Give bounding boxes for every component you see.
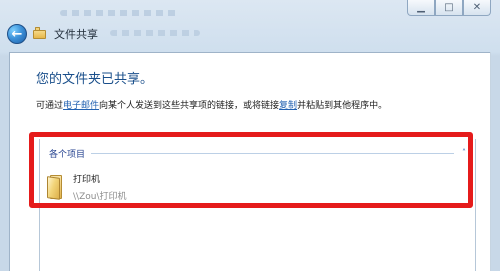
description-text: 可通过电子邮件向某个人发送到这些共享项的链接，或将链接复制并粘贴到其他程序中。 <box>36 98 387 111</box>
group-divider <box>91 153 454 154</box>
folder-icon <box>47 174 65 200</box>
chevron-up-icon[interactable]: ˄ <box>459 149 469 157</box>
description-prefix: 可通过 <box>36 101 64 111</box>
folder-front <box>47 176 60 200</box>
window: ▁ □ ✕ ← 文件共享 您的文件夹已共享。 可通过电子邮件向某个人发送到这些共… <box>0 0 500 271</box>
folder-icon-body <box>33 27 46 39</box>
description-suffix: 并粘贴到其他程序中。 <box>297 101 388 111</box>
back-button[interactable]: ← <box>7 24 27 44</box>
window-controls: ▁ □ ✕ <box>407 0 491 18</box>
blurred-header-text <box>60 10 180 16</box>
maximize-icon: □ <box>444 1 454 13</box>
description-middle: 向某个人发送到这些共享项的链接，或将链接 <box>99 101 280 111</box>
content-panel: 您的文件夹已共享。 可通过电子邮件向某个人发送到这些共享项的链接，或将链接复制并… <box>9 52 491 271</box>
group-header[interactable]: 各个项目 ˄ <box>49 146 469 160</box>
folder-icon <box>32 26 48 42</box>
page-title: 您的文件夹已共享。 <box>36 72 154 87</box>
window-title: 文件共享 <box>54 29 98 41</box>
email-link[interactable]: 电子邮件 <box>63 101 99 111</box>
close-button[interactable]: ✕ <box>463 0 491 16</box>
scroll-edge <box>490 52 491 271</box>
item-path: \\Zou\打印机 <box>73 192 127 202</box>
minimize-icon: ▁ <box>417 1 425 13</box>
close-icon: ✕ <box>472 1 482 13</box>
group-label: 各个项目 <box>49 149 86 160</box>
items-box: 各个项目 ˄ 打印机 \\Zou\打印机 <box>39 139 476 271</box>
maximize-button[interactable]: □ <box>435 0 463 16</box>
copy-link[interactable]: 复制 <box>279 101 297 111</box>
title-row: ← 文件共享 <box>7 22 98 46</box>
item-name: 打印机 <box>73 175 101 185</box>
minimize-button[interactable]: ▁ <box>407 0 435 16</box>
item-text: 打印机 \\Zou\打印机 <box>73 172 126 202</box>
blurred-header-text-2 <box>110 30 200 36</box>
arrow-left-icon: ← <box>11 26 23 42</box>
list-item[interactable]: 打印机 \\Zou\打印机 <box>47 170 307 204</box>
